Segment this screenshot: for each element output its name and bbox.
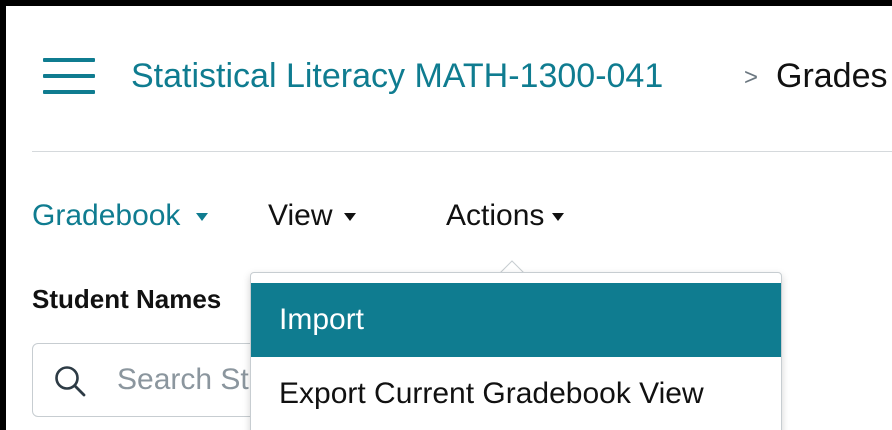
menu-item-import[interactable]: Import: [251, 283, 781, 357]
breadcrumb-current-page: Grades: [776, 57, 888, 95]
view-menu-button[interactable]: View: [268, 196, 357, 236]
gradebook-page: Statistical Literacy MATH-1300-041 > Gra…: [6, 6, 892, 430]
hamburger-bar: [43, 74, 95, 78]
actions-dropdown-menu: Import Export Current Gradebook View: [250, 272, 782, 430]
gradebook-menu-label: Gradebook: [32, 199, 181, 232]
view-menu-label: View: [268, 199, 333, 232]
caret-down-icon: [344, 213, 357, 221]
student-names-label: Student Names: [32, 284, 222, 314]
caret-down-icon: [552, 213, 565, 221]
hamburger-icon[interactable]: [43, 58, 95, 94]
search-icon: [55, 366, 86, 397]
gradebook-menu-button[interactable]: Gradebook: [32, 196, 209, 236]
screenshot-frame: Statistical Literacy MATH-1300-041 > Gra…: [0, 0, 892, 430]
caret-down-icon: [196, 213, 209, 221]
breadcrumb-separator: >: [744, 64, 759, 91]
header-divider: [32, 151, 892, 152]
actions-menu-label: Actions: [446, 199, 545, 232]
menu-item-export-current-gradebook-view[interactable]: Export Current Gradebook View: [251, 357, 781, 430]
hamburger-bar: [43, 58, 95, 62]
actions-menu-button[interactable]: Actions: [446, 196, 565, 236]
hamburger-bar: [43, 90, 95, 94]
breadcrumb-course-link[interactable]: Statistical Literacy MATH-1300-041: [131, 54, 663, 98]
